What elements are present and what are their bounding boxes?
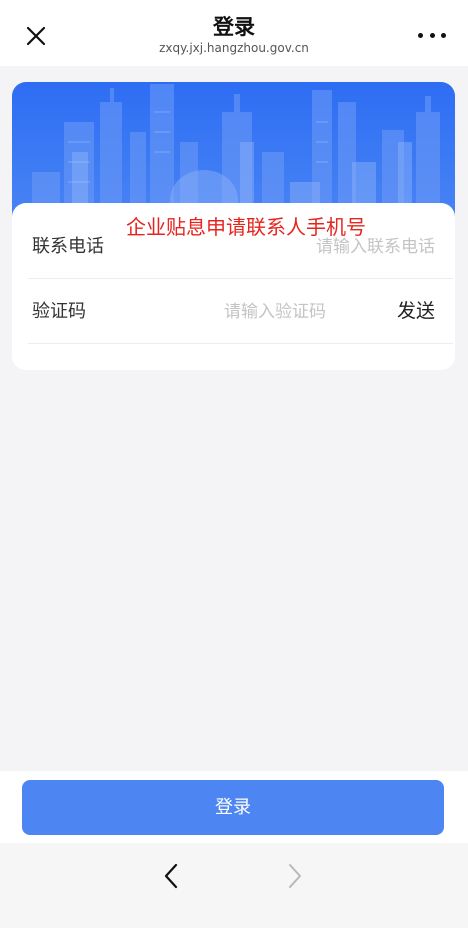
annotation-text: 企业贴息申请联系人手机号 <box>126 215 366 239</box>
phone-label: 联系电话 <box>32 236 104 257</box>
chevron-left-icon[interactable] <box>160 861 184 891</box>
more-dot <box>429 32 435 38</box>
page-domain: zxqy.jxj.hangzhou.gov.cn <box>159 41 309 55</box>
page-title: 登录 <box>213 15 255 39</box>
more-dot <box>418 32 423 38</box>
chevron-right-icon <box>282 861 306 891</box>
send-code-button[interactable]: 发送 <box>397 298 435 324</box>
code-label: 验证码 <box>32 301 86 322</box>
verification-code-input[interactable] <box>224 300 344 324</box>
top-navbar: 登录 zxqy.jxj.hangzhou.gov.cn <box>0 0 468 66</box>
login-button[interactable]: 登录 <box>22 780 444 835</box>
more-icon[interactable] <box>418 26 446 44</box>
code-row: 验证码 发送 <box>28 280 453 344</box>
nav-title-group: 登录 zxqy.jxj.hangzhou.gov.cn <box>0 14 468 55</box>
browser-toolbar <box>0 843 468 928</box>
more-dot <box>441 32 446 38</box>
